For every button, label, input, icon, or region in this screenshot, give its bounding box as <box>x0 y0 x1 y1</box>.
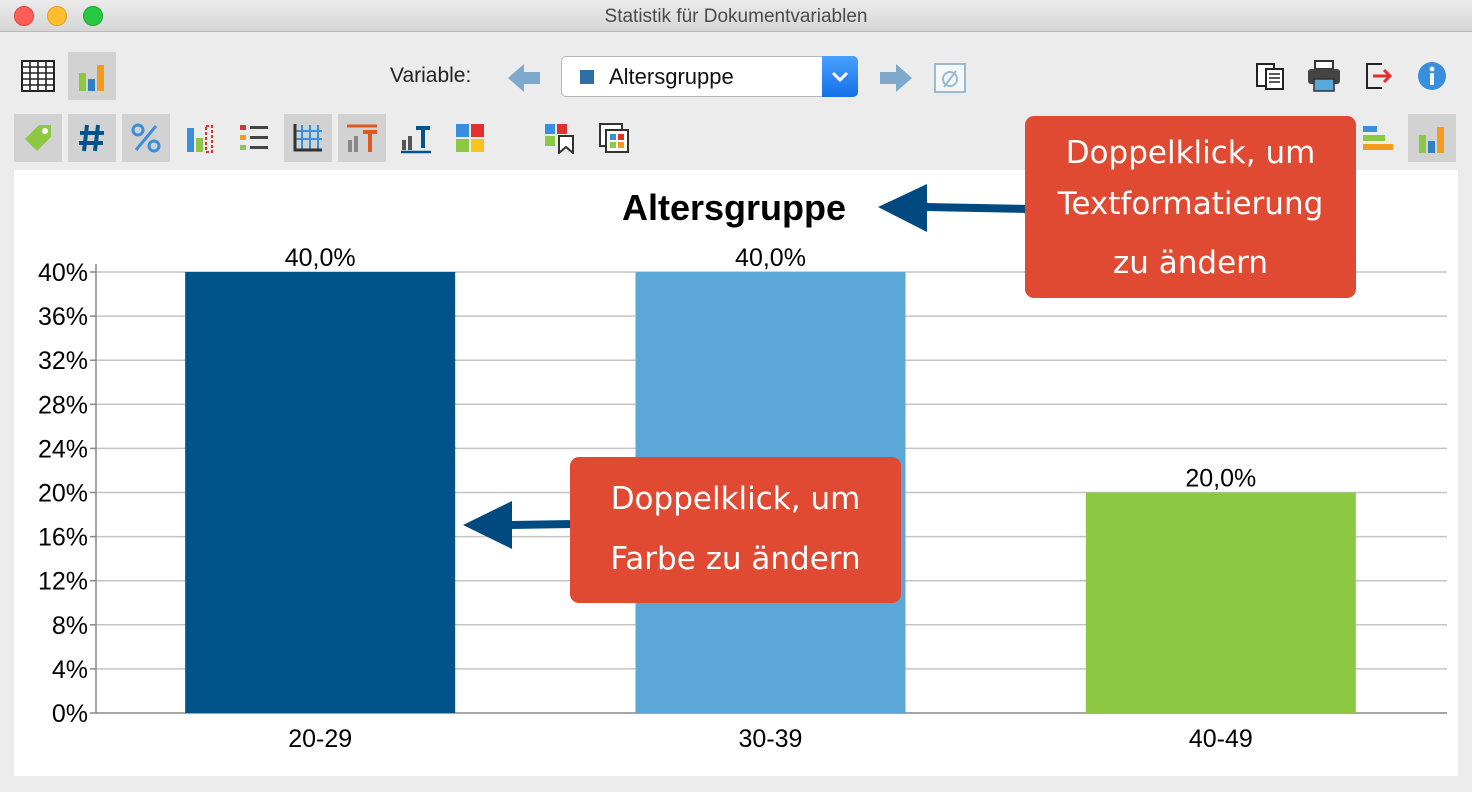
title-callout-line-3: zu ändern <box>1112 245 1268 281</box>
title-format-callout: Doppelklick, um Textformatierung zu ände… <box>1025 116 1356 298</box>
color-callout-line-1: Doppelklick, um <box>610 481 861 517</box>
statistics-window: Statistik für Dokumentvariablen Variable… <box>0 0 1472 792</box>
color-change-callout: Doppelklick, um Farbe zu ändern <box>570 457 901 603</box>
color-callout-line-2: Farbe zu ändern <box>610 541 861 577</box>
title-callout-line-1: Doppelklick, um <box>1065 135 1316 171</box>
title-callout-line-2: Textformatierung <box>1057 186 1324 222</box>
